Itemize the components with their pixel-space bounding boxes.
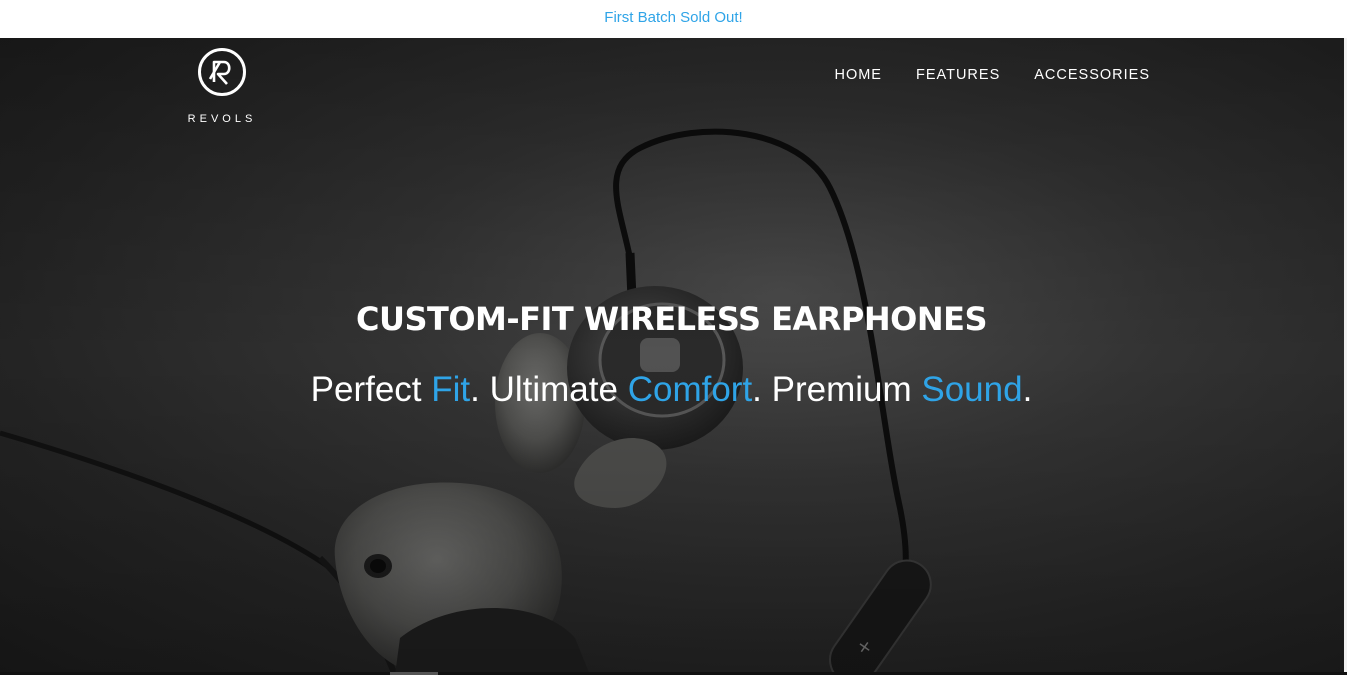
nav-home[interactable]: HOME [834, 67, 882, 83]
tagline-accent-fit: Fit [431, 370, 471, 409]
announcement-link[interactable]: First Batch Sold Out! [604, 9, 742, 26]
tagline-part: . Ultimate [470, 370, 628, 409]
tagline-part: Perfect [310, 370, 432, 409]
announcement-bar: First Batch Sold Out! [0, 0, 1347, 38]
earphones-image: + [0, 38, 1347, 675]
brand-logo[interactable]: REVOLS [186, 47, 258, 125]
tagline-accent-sound: Sound [921, 370, 1023, 409]
hero-headline: CUSTOM-FIT WIRELESS EARPHONES [355, 300, 988, 338]
hero-section: + REVOLS HOME FEATURES ACCESSORIES CUSTO… [0, 38, 1347, 675]
nav-accessories[interactable]: ACCESSORIES [1034, 67, 1150, 83]
main-nav: HOME FEATURES ACCESSORIES [834, 67, 1150, 83]
tagline-accent-comfort: Comfort [627, 370, 753, 409]
nav-features[interactable]: FEATURES [916, 67, 1000, 83]
hero-tagline: Perfect Fit. Ultimate Comfort. Premium S… [0, 370, 1343, 410]
tagline-part: . Premium [752, 370, 922, 409]
brand-name: REVOLS [187, 113, 257, 125]
revols-r-logo-icon [198, 48, 246, 96]
tagline-part: . [1022, 370, 1033, 409]
